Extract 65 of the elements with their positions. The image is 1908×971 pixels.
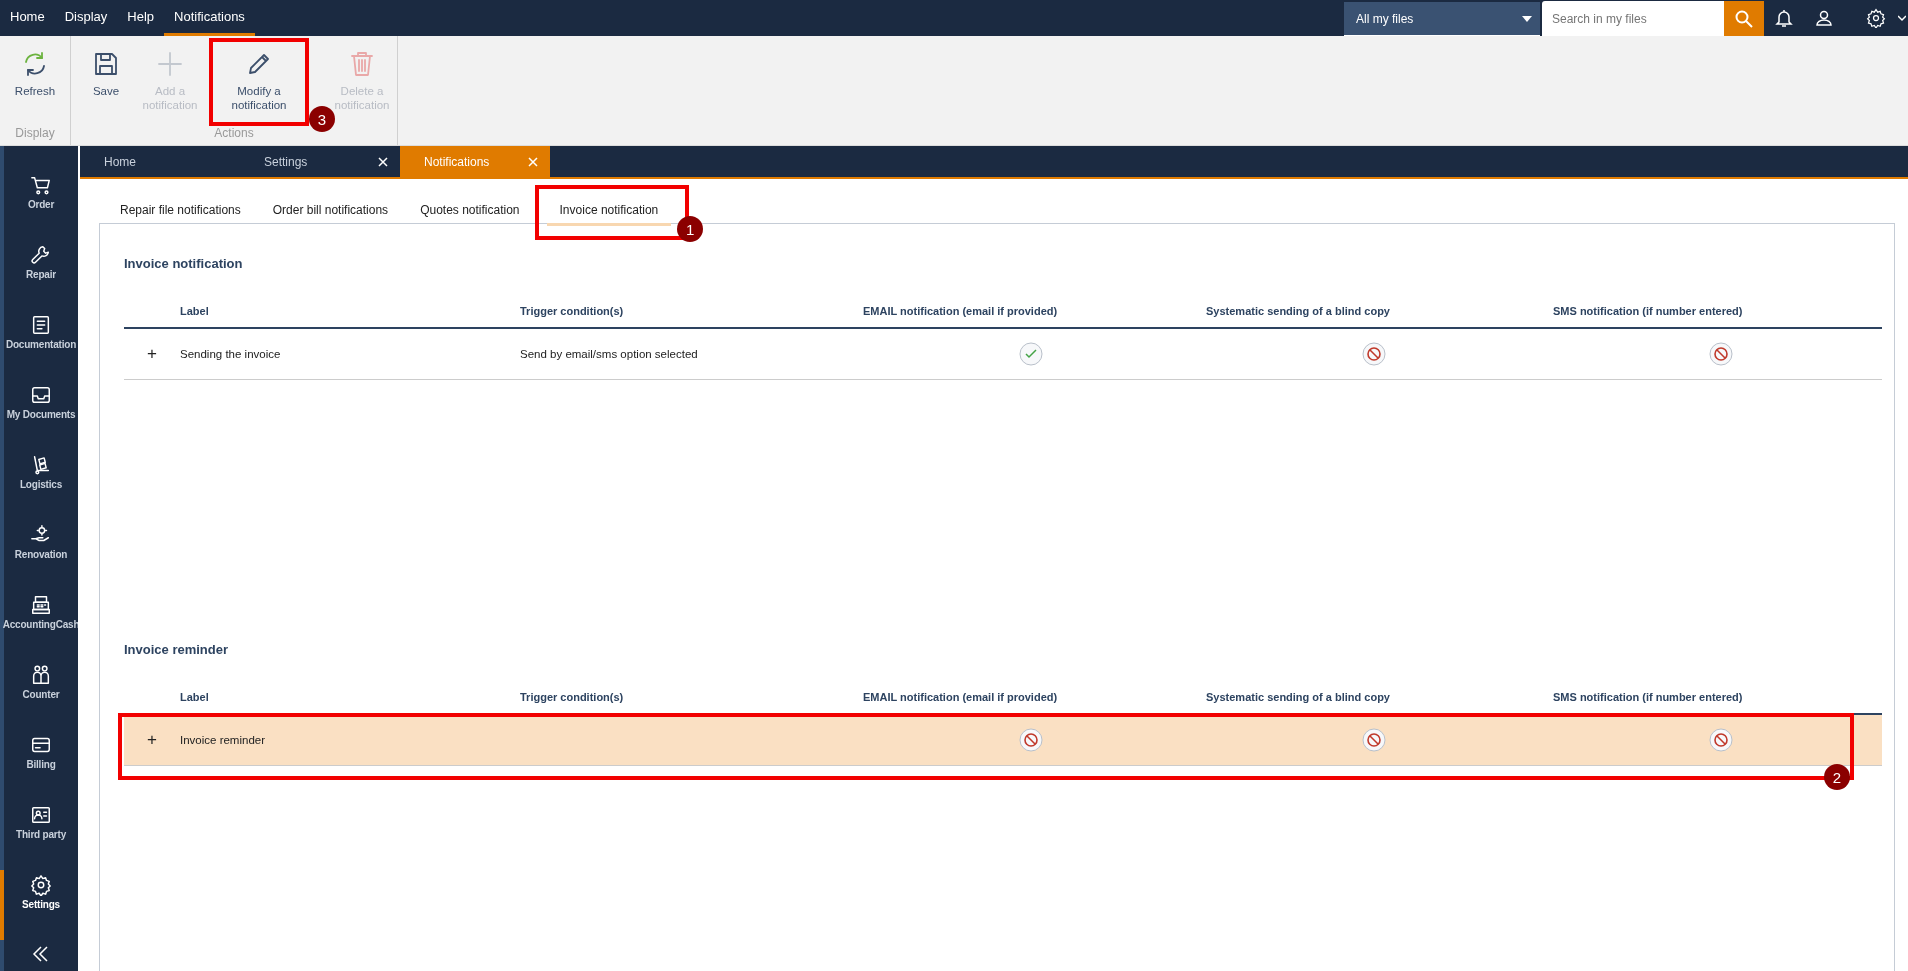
collapse-icon[interactable] bbox=[31, 944, 51, 964]
menu-item[interactable]: Display bbox=[54, 0, 118, 36]
ribbon-button[interactable]: Save bbox=[75, 42, 137, 126]
ribbon-button[interactable]: Refresh bbox=[4, 42, 66, 126]
sidebar-item[interactable]: Repair bbox=[0, 240, 78, 310]
column-header: EMAIL notification (email if provided) bbox=[863, 657, 1206, 715]
sidebar-item[interactable]: Logistics bbox=[0, 450, 78, 520]
user-icon bbox=[1814, 8, 1834, 28]
table-cell: Invoice reminder bbox=[180, 715, 520, 766]
cart-icon bbox=[30, 174, 52, 196]
notification-tab[interactable]: Quotes notification bbox=[407, 195, 533, 226]
column-header: Label bbox=[180, 657, 520, 715]
column-header: EMAIL notification (email if provided) bbox=[863, 271, 1206, 329]
document-icon bbox=[30, 314, 52, 336]
idcard-icon bbox=[30, 804, 52, 826]
step-badge: 1 bbox=[677, 216, 704, 242]
menu-item[interactable]: Home bbox=[0, 0, 55, 36]
settings-icon bbox=[30, 874, 52, 896]
close-icon[interactable] bbox=[378, 156, 388, 167]
menu-item[interactable]: Help bbox=[117, 0, 165, 36]
notification-tab[interactable]: Repair file notifications bbox=[107, 195, 254, 226]
search-field[interactable]: Search in my files bbox=[1542, 1, 1724, 36]
ribbon-button[interactable]: Modify a notification bbox=[215, 42, 303, 126]
settings-icon bbox=[1866, 8, 1886, 28]
table-cell: Sending the invoice bbox=[180, 329, 520, 380]
trash-icon bbox=[348, 50, 376, 78]
column-header: Trigger condition(s) bbox=[520, 657, 863, 715]
save-icon bbox=[92, 50, 120, 78]
search-icon bbox=[1734, 8, 1754, 29]
scope-dropdown[interactable]: All my files bbox=[1344, 2, 1540, 36]
document-tab[interactable]: Home bbox=[80, 146, 240, 177]
sidebar-item[interactable]: AccountingCash bbox=[0, 590, 78, 660]
notification-tab[interactable]: Order bill notifications bbox=[259, 195, 402, 226]
sidebar-item[interactable]: Order bbox=[0, 170, 78, 240]
plus-icon bbox=[156, 50, 184, 78]
chevron-icon[interactable] bbox=[1898, 14, 1906, 22]
sidebar-item[interactable]: Documentation bbox=[0, 310, 78, 380]
step-badge: 2 bbox=[1824, 764, 1850, 790]
sidebar-item[interactable]: Third party bbox=[0, 800, 78, 870]
group-label: Display bbox=[14, 126, 56, 142]
sidebar-item[interactable]: Renovation bbox=[0, 520, 78, 590]
notification-tab[interactable]: Invoice notification bbox=[546, 195, 672, 226]
table-cell: Send by email/sms option selected bbox=[520, 329, 863, 380]
caret-icon bbox=[1522, 15, 1532, 22]
wrench-icon bbox=[30, 244, 52, 266]
group-label: Actions bbox=[213, 126, 255, 142]
sidebar-item[interactable]: Billing bbox=[0, 730, 78, 800]
tray-icon bbox=[30, 384, 52, 406]
column-header: Label bbox=[180, 271, 520, 329]
step-badge: 3 bbox=[309, 106, 335, 132]
register-icon bbox=[30, 594, 52, 616]
people-icon bbox=[30, 664, 52, 686]
expand-button[interactable]: + bbox=[124, 715, 180, 766]
column-header: Systematic sending of a blind copy bbox=[1206, 271, 1553, 329]
bell-icon bbox=[1774, 8, 1794, 28]
column-header: SMS notification (if number entered) bbox=[1553, 271, 1882, 329]
column-header: Systematic sending of a blind copy bbox=[1206, 657, 1553, 715]
column-header: Trigger condition(s) bbox=[520, 271, 863, 329]
expand-button[interactable]: + bbox=[124, 329, 180, 380]
sidebar-item[interactable]: My Documents bbox=[0, 380, 78, 450]
section-title: Invoice notification bbox=[124, 256, 244, 271]
dropdown-value: All my files bbox=[1356, 11, 1414, 26]
sidebar-item[interactable]: Counter bbox=[0, 660, 78, 730]
document-tab[interactable]: Settings bbox=[240, 146, 400, 177]
section-title: Invoice reminder bbox=[124, 642, 230, 657]
